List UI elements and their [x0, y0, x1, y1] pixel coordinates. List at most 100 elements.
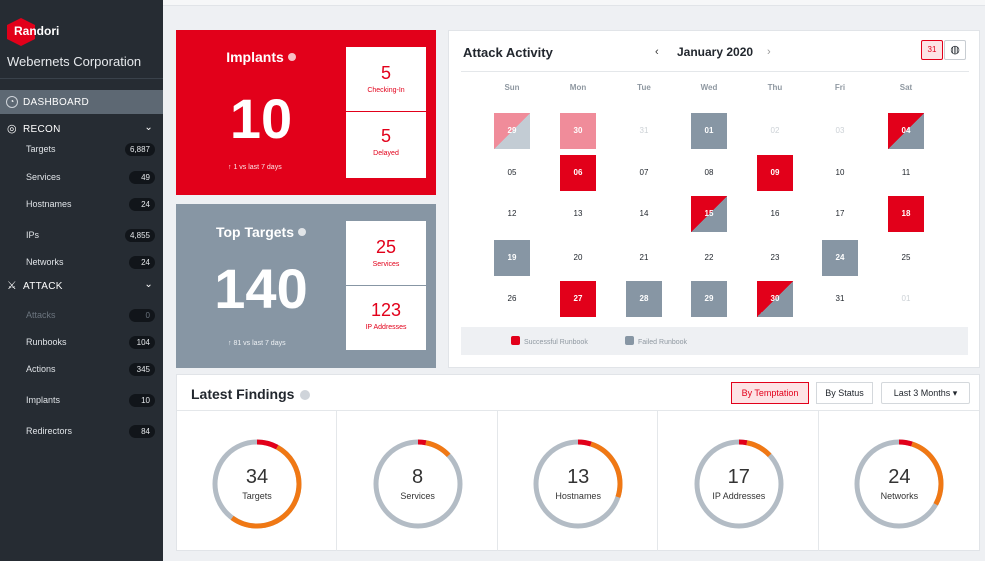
ip-addresses-value: 123 [370, 300, 402, 320]
calendar-day[interactable]: 11 [888, 155, 924, 191]
info-icon[interactable] [287, 53, 296, 61]
calendar-day[interactable]: 05 [494, 155, 530, 191]
range-dropdown[interactable]: Last 3 Months ▾ [881, 382, 970, 404]
checking-in-label: Checking-In [367, 87, 405, 94]
calendar-day[interactable]: 13 [560, 196, 596, 232]
calendar-day[interactable]: 04 [888, 113, 924, 149]
top-targets-title-text: Top Targets [215, 224, 295, 240]
weekday-header: Sat [899, 83, 913, 92]
sidebar-item-attack-attacks[interactable]: Attacks 0 [0, 308, 163, 324]
calendar-day[interactable]: 09 [757, 155, 793, 191]
implants-card[interactable]: Implants 10 ↑ 1 vs last 7 days 5 Checkin… [176, 30, 436, 195]
info-icon[interactable] [300, 390, 311, 400]
nav-dashboard[interactable]: ◔ DASHBOARD [0, 90, 163, 114]
top-targets-ips[interactable]: 123 IP Addresses [346, 286, 426, 350]
sidebar-item-recon-networks[interactable]: Networks 24 [0, 255, 163, 271]
finding-donut-ip-addresses[interactable]: 17 IP Addresses [659, 411, 819, 551]
sidebar-item-recon-ips[interactable]: IPs 4,855 [0, 228, 163, 244]
top-targets-services[interactable]: 25 Services [346, 221, 426, 285]
globe-icon: ◍ [950, 44, 960, 56]
donut-value: 13 [567, 466, 590, 488]
calendar-day[interactable]: 18 [888, 196, 924, 232]
calendar-day[interactable]: 08 [691, 155, 727, 191]
calendar-day[interactable]: 28 [626, 281, 662, 317]
implants-delayed[interactable]: 5 Delayed [346, 112, 426, 178]
calendar-day[interactable]: 26 [494, 281, 530, 317]
calendar-day[interactable]: 21 [626, 240, 662, 276]
sidebar-item-attack-redirectors[interactable]: Redirectors 84 [0, 424, 163, 440]
sidebar-item-attack-implants[interactable]: Implants 10 [0, 393, 163, 409]
calendar-icon: 31 [927, 45, 937, 54]
calendar-day[interactable]: 31 [822, 281, 858, 317]
sidebar-item-label: Runbooks [26, 337, 67, 347]
calendar-day[interactable]: 14 [626, 196, 662, 232]
sidebar-item-count: 49 [129, 171, 155, 184]
by-temptation-button[interactable]: By Temptation [731, 382, 809, 404]
top-targets-title: Top Targets [176, 224, 346, 240]
sidebar-item-count: 84 [129, 425, 155, 438]
calendar-day[interactable]: 02 [757, 113, 793, 149]
logo-text[interactable]: Randori [14, 24, 59, 38]
calendar-day[interactable]: 16 [757, 196, 793, 232]
finding-donut-services[interactable]: 8 Services [338, 411, 498, 551]
nav-recon[interactable]: ◎ RECON ⌄ [0, 119, 163, 139]
calendar-day[interactable]: 03 [822, 113, 858, 149]
sidebar-item-label: Redirectors [26, 426, 73, 436]
calendar-day[interactable]: 01 [691, 113, 727, 149]
sidebar-item-attack-runbooks[interactable]: Runbooks 104 [0, 335, 163, 351]
sidebar-item-label: Targets [26, 144, 56, 154]
calendar-day[interactable]: 24 [822, 240, 858, 276]
calendar-day[interactable]: 12 [494, 196, 530, 232]
nav-dashboard-label: DASHBOARD [23, 96, 90, 108]
next-month-button[interactable]: › [767, 46, 771, 58]
sidebar-item-label: Services [26, 172, 61, 182]
sidebar-item-attack-actions[interactable]: Actions 345 [0, 362, 163, 378]
month-label: January 2020 [677, 45, 754, 59]
calendar-day[interactable]: 06 [560, 155, 596, 191]
sidebar-item-count: 104 [129, 336, 155, 349]
calendar-day[interactable]: 10 [822, 155, 858, 191]
gauge-icon: ◔ [6, 96, 18, 108]
top-targets-card[interactable]: Top Targets 140 ↑ 81 vs last 7 days 25 S… [176, 204, 436, 368]
globe-view-button[interactable]: ◍ [944, 40, 966, 60]
calendar-day[interactable]: 27 [560, 281, 596, 317]
calendar-day[interactable]: 30 [757, 281, 793, 317]
prev-month-button[interactable]: ‹ [655, 46, 659, 58]
ip-addresses-label: IP Addresses [365, 324, 407, 331]
calendar-day[interactable]: 30 [560, 113, 596, 149]
by-status-button[interactable]: By Status [816, 382, 873, 404]
calendar-day[interactable]: 19 [494, 240, 530, 276]
latest-findings-title: Latest Findings [191, 386, 311, 402]
calendar-day[interactable]: 20 [560, 240, 596, 276]
implants-delta: ↑ 1 vs last 7 days [228, 164, 282, 171]
info-icon[interactable] [298, 228, 307, 236]
calendar-day[interactable]: 29 [691, 281, 727, 317]
finding-donut-hostnames[interactable]: 13 Hostnames [498, 411, 659, 551]
sidebar-item-recon-hostnames[interactable]: Hostnames 24 [0, 197, 163, 213]
calendar-day[interactable]: 31 [626, 113, 662, 149]
calendar-day[interactable]: 01 [888, 281, 924, 317]
activity-legend: Successful Runbook Failed Runbook [461, 327, 968, 355]
calendar-day[interactable]: 29 [494, 113, 530, 149]
calendar-day[interactable]: 17 [822, 196, 858, 232]
sidebar-item-recon-targets[interactable]: Targets 6,887 [0, 142, 163, 158]
implants-checking-in[interactable]: 5 Checking-In [346, 47, 426, 111]
sidebar-item-recon-services[interactable]: Services 49 [0, 170, 163, 186]
donut-label: Services [400, 491, 435, 501]
calendar-day[interactable]: 15 [691, 196, 727, 232]
finding-donut-targets[interactable]: 34 Targets [177, 411, 337, 551]
calendar-day[interactable]: 07 [626, 155, 662, 191]
finding-donut-networks[interactable]: 24 Networks [819, 411, 979, 551]
donut-value: 8 [412, 466, 424, 488]
weekday-header: Wed [700, 83, 718, 92]
sidebar-item-count: 4,855 [124, 229, 155, 242]
calendar-day[interactable]: 22 [691, 240, 727, 276]
sidebar-item-label: Attacks [26, 310, 56, 320]
sidebar-item-label: Actions [26, 364, 56, 374]
delayed-value: 5 [380, 126, 391, 146]
weekday-header: Mon [569, 83, 587, 92]
calendar-view-button[interactable]: 31 [921, 40, 943, 60]
calendar-day[interactable]: 23 [757, 240, 793, 276]
nav-attack[interactable]: ⚔ ATTACK ⌄ [0, 276, 163, 296]
calendar-day[interactable]: 25 [888, 240, 924, 276]
